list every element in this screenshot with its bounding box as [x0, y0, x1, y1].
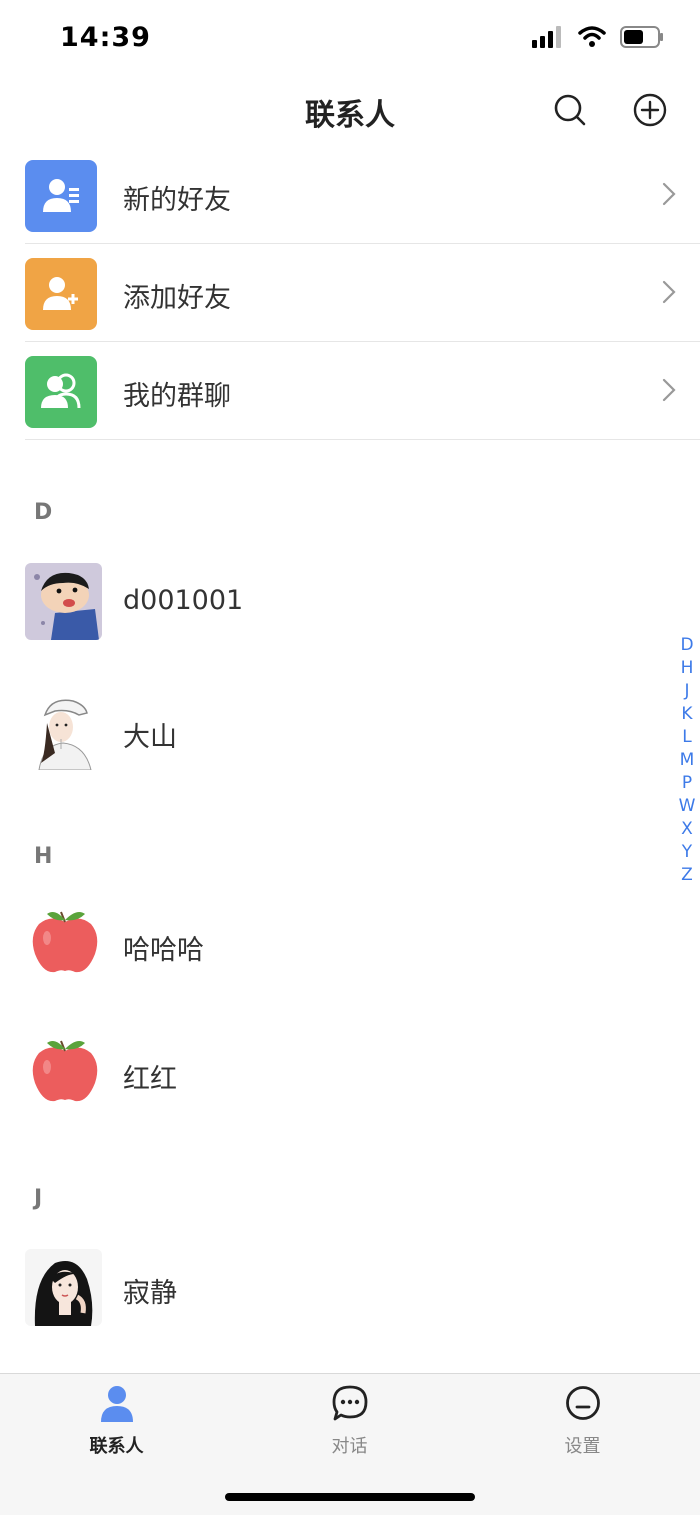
- avatar: [25, 906, 102, 983]
- index-letter-z[interactable]: Z: [674, 864, 700, 887]
- add-friend-icon: [25, 258, 97, 330]
- contact-item[interactable]: 大山: [0, 693, 660, 813]
- index-letter-m[interactable]: M: [674, 749, 700, 772]
- index-letter-h[interactable]: H: [674, 657, 700, 680]
- tab-label-chats: 对话: [331, 1436, 368, 1457]
- add-icon[interactable]: [632, 92, 668, 128]
- tab-contacts[interactable]: 联系人: [0, 1374, 233, 1474]
- chat-icon: [233, 1384, 466, 1424]
- home-indicator[interactable]: [225, 1493, 475, 1501]
- nav-bar: 联系人: [0, 76, 700, 146]
- contact-item[interactable]: 哈哈哈: [0, 906, 660, 1026]
- contacts-icon: [0, 1384, 233, 1424]
- index-letter-d[interactable]: D: [674, 634, 700, 657]
- menu-label-my-groups: 我的群聊: [123, 381, 231, 412]
- chevron-right-icon: [662, 378, 676, 402]
- alphabet-index: D H J K L M P W X Y Z: [674, 634, 700, 887]
- status-icons: [532, 26, 664, 48]
- search-icon[interactable]: [552, 92, 588, 128]
- settings-icon: [466, 1384, 699, 1424]
- contact-item[interactable]: 寂静: [0, 1249, 660, 1369]
- index-letter-y[interactable]: Y: [674, 841, 700, 864]
- avatar: [25, 1035, 102, 1112]
- avatar: [25, 693, 102, 770]
- tab-label-contacts: 联系人: [89, 1436, 144, 1457]
- status-time: 14:39: [60, 22, 151, 53]
- status-bar: 14:39: [0, 0, 700, 76]
- tab-chats[interactable]: 对话: [233, 1374, 466, 1474]
- avatar: [25, 1249, 102, 1326]
- new-friend-icon: [25, 160, 97, 232]
- contact-name: 大山: [123, 722, 177, 753]
- section-header-d: D: [34, 500, 53, 525]
- section-header-h: H: [34, 844, 53, 869]
- tab-settings[interactable]: 设置: [466, 1374, 699, 1474]
- menu-item-add-friend[interactable]: 添加好友: [0, 244, 700, 342]
- contact-name: d001001: [123, 585, 244, 616]
- index-letter-x[interactable]: X: [674, 818, 700, 841]
- chevron-right-icon: [662, 280, 676, 304]
- chevron-right-icon: [662, 182, 676, 206]
- tab-label-settings: 设置: [564, 1436, 601, 1457]
- index-letter-k[interactable]: K: [674, 703, 700, 726]
- index-letter-l[interactable]: L: [674, 726, 700, 749]
- avatar: [25, 563, 102, 640]
- menu-label-add-friend: 添加好友: [123, 283, 231, 314]
- contact-item[interactable]: d001001: [0, 563, 660, 683]
- index-letter-w[interactable]: W: [674, 795, 700, 818]
- index-letter-j[interactable]: J: [674, 680, 700, 703]
- index-letter-p[interactable]: P: [674, 772, 700, 795]
- menu-item-my-groups[interactable]: 我的群聊: [0, 342, 700, 440]
- battery-icon: [620, 26, 663, 48]
- contact-item[interactable]: 红红: [0, 1035, 660, 1155]
- contact-name: 哈哈哈: [123, 935, 204, 966]
- contacts-menu: 新的好友 添加好友 我的群聊: [0, 146, 700, 440]
- wifi-icon: [578, 26, 606, 47]
- contact-name: 红红: [123, 1064, 177, 1095]
- section-header-j: J: [34, 1186, 43, 1211]
- menu-item-new-friends[interactable]: 新的好友: [0, 146, 700, 244]
- group-chat-icon: [25, 356, 97, 428]
- menu-label-new-friends: 新的好友: [123, 185, 231, 216]
- contact-name: 寂静: [123, 1278, 177, 1309]
- page-title: 联系人: [305, 98, 395, 133]
- cellular-signal-icon: [532, 26, 561, 48]
